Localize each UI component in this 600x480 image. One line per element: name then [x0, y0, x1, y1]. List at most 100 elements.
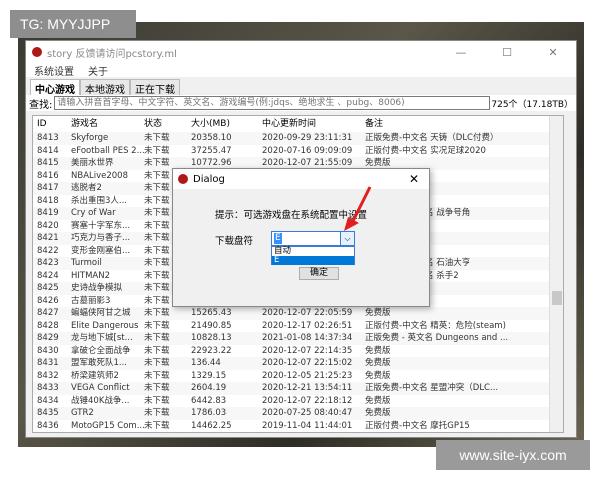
table-row[interactable]: 8431 盟军敢死队1... 未下载 136.44 2020-12-07 22:15:0…: [33, 357, 563, 370]
cell-remark: 免费版: [365, 345, 391, 356]
cell-remark: 正版免费-中文名 天铸（DLC付费）: [365, 133, 499, 143]
cell-name: GTR2: [71, 408, 94, 418]
col-id[interactable]: ID: [33, 116, 71, 132]
cell-remark: 免费版: [365, 308, 391, 318]
scroll-thumb[interactable]: [552, 291, 562, 305]
minimize-button[interactable]: —: [438, 46, 484, 59]
cell-name: eFootball PES 2...: [71, 145, 144, 156]
cell-name: Elite Dangerous: [71, 320, 139, 331]
menu-about[interactable]: 关于: [88, 63, 108, 78]
cell-id: 8428: [37, 320, 59, 331]
cell-id: 8434: [37, 395, 59, 406]
cell-remark: 正版付费-中文名 实况足球2020: [365, 145, 486, 156]
red-arrow-annotation: [344, 186, 372, 231]
dialog-title-bar: Dialog ✕: [173, 169, 429, 189]
drive-value: E: [274, 233, 282, 244]
watermark: www.site-iyx.com: [436, 440, 590, 470]
menu-system-settings[interactable]: 系统设置: [34, 63, 74, 78]
cell-remark: 正版付费-中文名 精英：危险(steam): [365, 320, 506, 331]
cell-name: 杀出重围3人...: [71, 195, 128, 206]
cell-name: 蝙蝠侠阿甘之城: [71, 308, 131, 318]
table-row[interactable]: 8432 桥梁建筑师2 未下载 1329.15 2020-12-05 21:25:23 免…: [33, 370, 563, 383]
ok-button[interactable]: 确定: [299, 267, 339, 280]
cell-size: 1786.03: [191, 408, 227, 418]
table-row[interactable]: 8429 龙与地下城[st... 未下载 10828.13 2021-01-08 14:…: [33, 332, 563, 345]
cell-id: 8421: [37, 233, 59, 243]
cell-name: 逃脱者2: [71, 183, 102, 193]
maximize-button[interactable]: ☐: [484, 46, 530, 59]
cell-updated: 2020-12-05 21:25:23: [262, 370, 353, 381]
col-size[interactable]: 大小(MB): [191, 116, 262, 132]
cell-name: Cry of War: [71, 208, 116, 218]
tab-downloading[interactable]: 正在下载: [130, 79, 180, 96]
cell-size: 1329.15: [191, 370, 227, 381]
table-row[interactable]: 8428 Elite Dangerous 未下载 21490.85 2020-12-17…: [33, 320, 563, 333]
cell-status: 未下载: [144, 408, 170, 418]
cell-id: 8430: [37, 345, 59, 356]
cell-name: 变形金刚塞伯...: [71, 245, 131, 256]
vertical-scrollbar[interactable]: [549, 116, 563, 432]
cell-remark: 正版免费-中文名 星盟冲突（DLC...: [365, 383, 499, 393]
cell-id: 8424: [37, 270, 59, 281]
col-name[interactable]: 游戏名: [71, 116, 144, 132]
table-row[interactable]: 8414 eFootball PES 2... 未下载 37255.47 2020-07…: [33, 145, 563, 158]
cell-size: 15265.43: [191, 308, 232, 318]
cell-name: Skyforge: [71, 133, 109, 143]
table-row[interactable]: 8427 蝙蝠侠阿甘之城 未下载 15265.43 2020-12-07 22:05:5…: [33, 307, 563, 320]
dialog-close-button[interactable]: ✕: [399, 172, 429, 186]
cell-name: HITMAN2: [71, 270, 111, 281]
cell-remark: 免费版: [365, 408, 391, 418]
search-label: 查找:: [29, 99, 53, 111]
cell-name: 美丽水世界: [71, 158, 114, 168]
cell-status: 未下载: [144, 345, 170, 356]
table-row[interactable]: 8433 VEGA Conflict 未下载 2604.19 2020-12-21 13…: [33, 382, 563, 395]
cell-id: 8436: [37, 420, 59, 431]
tab-local-games[interactable]: 本地游戏: [80, 79, 130, 96]
cell-size: 14462.25: [191, 420, 232, 431]
cell-status: 未下载: [144, 145, 170, 156]
overlay-tag: TG: MYYJJPP: [10, 10, 136, 38]
table-row[interactable]: 8435 GTR2 未下载 1786.03 2020-07-25 08:40:47 免费版: [33, 407, 563, 420]
cell-id: 8429: [37, 333, 59, 343]
game-count: 725个（17.18TB）: [491, 99, 573, 110]
cell-size: 136.44: [191, 358, 221, 368]
table-row[interactable]: 8434 战锤40K战争... 未下载 6442.83 2020-12-07 22:18…: [33, 395, 563, 408]
table-row[interactable]: 8430 拿破仑全面战争 未下载 22923.22 2020-12-07 22:14:3…: [33, 345, 563, 358]
cell-id: 8413: [37, 133, 59, 143]
cell-id: 8423: [37, 258, 59, 268]
cell-id: 8427: [37, 308, 59, 318]
table-header: ID 游戏名 状态 大小(MB) 中心更新时间 备注: [33, 116, 563, 132]
option-e[interactable]: E: [272, 256, 354, 265]
cell-status: 未下载: [144, 320, 170, 331]
cell-updated: 2020-12-21 13:54:11: [262, 383, 353, 393]
tab-bar: 中心游戏 本地游戏 正在下载: [26, 79, 576, 96]
cell-updated: 2020-09-29 23:11:31: [262, 133, 353, 143]
close-button[interactable]: ✕: [530, 46, 576, 59]
cell-remark: 免费版: [365, 370, 391, 381]
cell-size: 21490.85: [191, 320, 232, 331]
search-bar: 查找: 725个（17.18TB）: [26, 95, 576, 111]
col-remark[interactable]: 备注: [365, 116, 555, 132]
cell-name: 战锤40K战争...: [71, 395, 130, 406]
option-auto[interactable]: 自动: [272, 247, 354, 256]
cell-name: 龙与地下城[st...: [71, 333, 133, 343]
cell-id: 8418: [37, 195, 59, 206]
download-dialog: Dialog ✕ 提示：可选游戏盘在系统配置中设置 下载盘符 E ⌵ 自动 E …: [172, 168, 430, 307]
search-input[interactable]: [54, 96, 491, 110]
cell-id: 8422: [37, 245, 59, 256]
cell-name: Turmoil: [71, 258, 102, 268]
cell-remark: 免费版: [365, 395, 391, 406]
cell-id: 8432: [37, 370, 59, 381]
tab-center-games[interactable]: 中心游戏: [30, 79, 80, 96]
table-row[interactable]: 8413 Skyforge 未下载 20358.10 2020-09-29 23:11:…: [33, 132, 563, 145]
dialog-title: Dialog: [193, 173, 225, 185]
col-status[interactable]: 状态: [144, 116, 191, 132]
cell-id: 8416: [37, 170, 59, 181]
cell-id: 8435: [37, 408, 59, 418]
cell-name: 巧克力与香子...: [71, 233, 131, 243]
table-row[interactable]: 8436 MotoGP15 Com... 未下载 14462.25 2019-11-04…: [33, 420, 563, 433]
cell-status: 未下载: [144, 370, 170, 381]
col-updated[interactable]: 中心更新时间: [262, 116, 365, 132]
cell-updated: 2020-07-16 09:09:09: [262, 145, 353, 156]
cell-size: 6442.83: [191, 395, 227, 406]
